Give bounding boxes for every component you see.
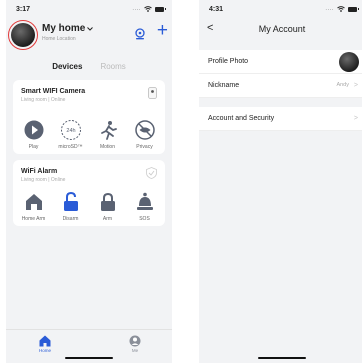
home-arm-icon [25, 194, 42, 210]
home-icon [39, 335, 51, 347]
add-device-button[interactable]: + [157, 21, 168, 40]
nav-bar: < My Account [199, 20, 362, 42]
play-icon [24, 120, 43, 140]
home-title: My home [42, 23, 86, 34]
profile-photo-row[interactable]: Profile Photo [199, 50, 362, 74]
privacy-icon [134, 120, 155, 140]
account-security-row[interactable]: Account and Security > [199, 107, 362, 131]
nickname-value: Andy [336, 82, 349, 88]
privacy-button[interactable]: Privacy [127, 118, 163, 150]
device-card-camera[interactable]: Smart WIFI Camera Living room | Online P… [13, 80, 165, 154]
device-status: Living room | Online [21, 97, 66, 103]
status-bar: 3:17 .... [6, 0, 172, 18]
home-indicator [65, 356, 113, 359]
shield-icon [146, 167, 157, 179]
home-header: My home Home Location + [6, 20, 172, 50]
arm-button[interactable]: Arm [90, 190, 126, 222]
wifi-icon [144, 6, 152, 12]
home-screen: 3:17 .... My home Home Location + Device… [6, 0, 172, 363]
device-title: WiFi Alarm [21, 168, 58, 175]
home-indicator [258, 356, 306, 359]
arm-icon [100, 192, 115, 211]
battery-icon [348, 6, 359, 12]
my-account-screen: 4:31 .... < My Account Profile Photo Nic… [199, 0, 362, 363]
microsd-button[interactable]: 24h microSD™ [53, 118, 89, 150]
chevron-down-icon [87, 26, 94, 31]
avatar [11, 23, 35, 47]
device-title: Smart WIFI Camera [21, 88, 86, 95]
nickname-row[interactable]: Nickname Andy > [199, 74, 362, 98]
motion-icon [100, 121, 117, 140]
sos-icon [136, 192, 153, 210]
svg-text:24h: 24h [66, 128, 75, 134]
sd-card-icon: 24h [60, 120, 81, 140]
wifi-icon [337, 6, 345, 12]
home-subtitle: Home Location [42, 36, 76, 42]
tab-rooms[interactable]: Rooms [100, 62, 125, 71]
status-time: 4:31 [209, 5, 224, 13]
device-card-alarm[interactable]: WiFi Alarm Living room | Online Home Arm… [13, 160, 165, 226]
status-time: 3:17 [16, 5, 31, 13]
tabbar-home[interactable]: Home [30, 335, 60, 353]
disarm-button[interactable]: Disarm [53, 190, 89, 222]
me-icon [129, 335, 141, 347]
signal-icon: .... [325, 6, 334, 12]
home-selector[interactable]: My home [42, 23, 94, 34]
page-title: My Account [258, 24, 306, 34]
status-bar: 4:31 .... [199, 0, 362, 18]
battery-icon [155, 6, 166, 12]
device-status: Living room | Online [21, 177, 66, 183]
disarm-icon [63, 192, 78, 211]
signal-icon: .... [132, 6, 141, 12]
tabbar-me[interactable]: Me [120, 335, 150, 353]
tab-bar: Home Me [6, 329, 172, 363]
home-arm-button[interactable]: Home Arm [16, 190, 52, 222]
chevron-right-icon: > [353, 82, 358, 89]
profile-avatar-button[interactable] [8, 20, 38, 50]
camera-device-icon [148, 87, 157, 99]
chevron-right-icon: > [353, 115, 358, 122]
assistant-icon[interactable] [134, 28, 146, 40]
device-tabs: Devices Rooms [6, 62, 172, 71]
avatar [339, 52, 359, 72]
tab-devices[interactable]: Devices [52, 62, 82, 71]
play-button[interactable]: Play [16, 118, 52, 150]
sos-button[interactable]: SOS [127, 190, 163, 222]
motion-button[interactable]: Motion [90, 118, 126, 150]
